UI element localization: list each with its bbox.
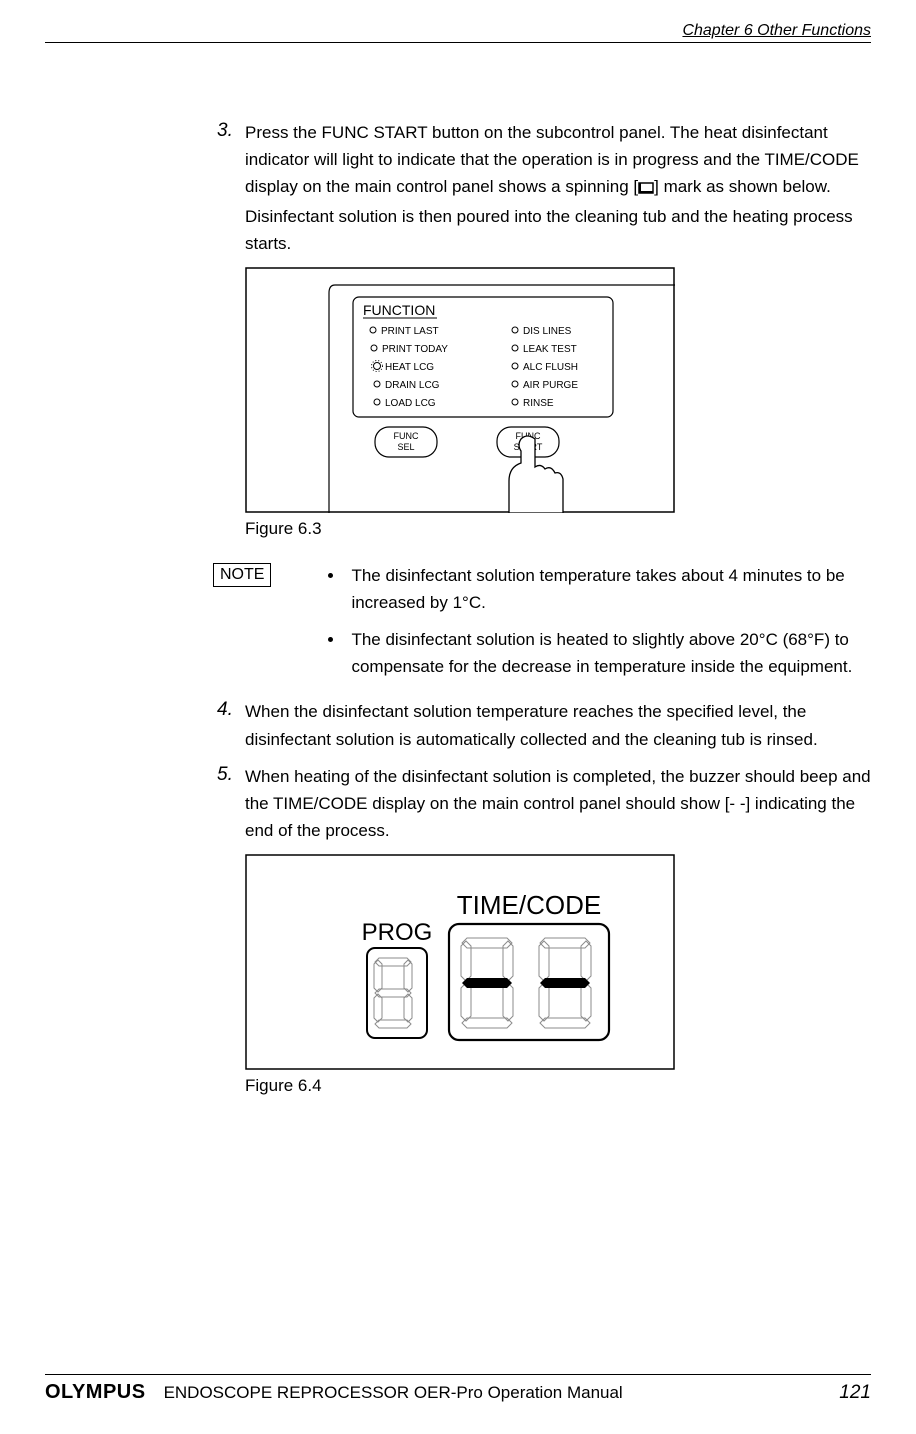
step-3-text: Press the FUNC START button on the subco… [245, 119, 871, 257]
func-item-alc-flush: ALC FLUSH [523, 362, 578, 373]
prog-label: PROG [362, 919, 433, 946]
step-4-number: 4. [217, 698, 245, 752]
func-item-load-lcg: LOAD LCG [385, 398, 436, 409]
olympus-logo: OLYMPUS [45, 1381, 146, 1404]
seven-segment-prog [374, 958, 412, 1028]
seven-segment-time-right [539, 938, 591, 1028]
time-code-label: TIME/CODE [457, 890, 601, 920]
note-label: NOTE [213, 563, 271, 587]
func-item-rinse: RINSE [523, 398, 554, 409]
page-number: 121 [839, 1382, 871, 1404]
func-item-dis-lines: DIS LINES [523, 326, 572, 337]
func-item-leak-test: LEAK TEST [523, 344, 577, 355]
seven-segment-time-left [461, 938, 513, 1028]
note-item-2: The disinfectant solution is heated to s… [345, 627, 871, 681]
func-sel-button-label-2: SEL [397, 442, 414, 452]
page-header: Chapter 6 Other Functions [45, 22, 871, 43]
step-3-number: 3. [217, 119, 245, 257]
spinning-mark-icon [638, 175, 654, 202]
func-item-print-last: PRINT LAST [381, 326, 439, 337]
step-5-text: When heating of the disinfectant solutio… [245, 763, 871, 845]
note-item-1: The disinfectant solution temperature ta… [345, 563, 871, 617]
func-item-heat-lcg: HEAT LCG [385, 362, 434, 373]
step-5-number: 5. [217, 763, 245, 845]
step-4-text: When the disinfectant solution temperatu… [245, 698, 871, 752]
func-item-print-today: PRINT TODAY [382, 344, 448, 355]
function-panel-title: FUNCTION [363, 302, 435, 318]
figure-6-4: TIME/CODE PROG [245, 854, 871, 1096]
figure-6-3: FUNCTION PRINT LAST PRINT TODAY HEAT LCG… [245, 267, 871, 539]
figure-6-3-caption: Figure 6.3 [245, 519, 871, 539]
manual-title: ENDOSCOPE REPROCESSOR OER-Pro Operation … [164, 1383, 623, 1403]
figure-6-4-caption: Figure 6.4 [245, 1076, 871, 1096]
func-sel-button-label-1: FUNC [394, 431, 419, 441]
func-item-air-purge: AIR PURGE [523, 380, 578, 391]
func-item-drain-lcg: DRAIN LCG [385, 380, 440, 391]
